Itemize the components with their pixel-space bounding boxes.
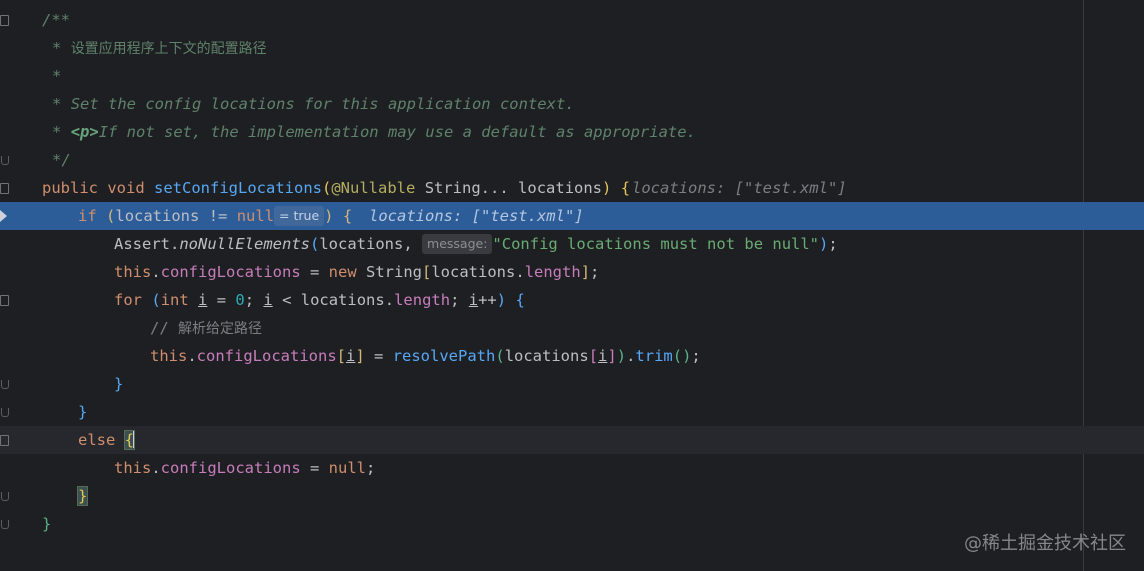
code-line-2[interactable]: * 设置应用程序上下文的配置路径 — [0, 34, 1144, 62]
code-editor[interactable]: /** * 设置应用程序上下文的配置路径 * * Set the config … — [0, 0, 1144, 571]
fold-icon[interactable] — [0, 435, 9, 446]
fold-icon[interactable] — [0, 295, 9, 306]
code-line-18[interactable]: } — [0, 482, 1144, 510]
code-line-10[interactable]: this.configLocations = new String[locati… — [0, 258, 1144, 286]
fold-end-icon[interactable] — [1, 380, 9, 389]
code-line-7[interactable]: public void setConfigLocations(@Nullable… — [0, 174, 1144, 202]
doc-comment-en-2: * <p>If not set, the implementation may … — [52, 123, 696, 141]
if-statement: if (locations != null = true) { — [78, 206, 353, 226]
matched-closing-brace: } — [76, 486, 89, 506]
text-cursor — [133, 430, 136, 448]
doc-comment-close: */ — [52, 151, 71, 169]
doc-comment-cn: * 设置应用程序上下文的配置路径 — [52, 39, 267, 57]
fold-icon[interactable] — [0, 183, 9, 194]
line-comment: // 解析给定路径 — [150, 319, 263, 337]
doc-comment-en-1: * Set the config locations for this appl… — [52, 95, 575, 113]
method-closing-brace: } — [42, 515, 52, 533]
code-line-13[interactable]: this.configLocations[i] = resolvePath(lo… — [0, 342, 1144, 370]
code-line-9[interactable]: Assert.noNullElements(locations, message… — [0, 230, 1144, 258]
code-line-12[interactable]: // 解析给定路径 — [0, 314, 1144, 342]
code-line-15[interactable]: } — [0, 398, 1144, 426]
watermark: @稀土掘金技术社区 — [964, 533, 1126, 554]
debug-inlay-value: locations: ["test.xml"] — [632, 179, 847, 197]
fold-end-icon[interactable] — [1, 492, 9, 501]
assert-call: Assert.noNullElements(locations, message… — [114, 234, 838, 254]
code-line-17[interactable]: this.configLocations = null; — [0, 454, 1144, 482]
for-loop-header: for (int i = 0; i < locations.length; i+… — [114, 291, 525, 309]
method-signature: public void setConfigLocations(@Nullable… — [42, 179, 631, 197]
null-assignment: this.configLocations = null; — [114, 459, 376, 477]
fold-end-icon[interactable] — [1, 520, 9, 529]
closing-brace: } — [114, 375, 124, 393]
execution-point-icon — [0, 210, 7, 222]
array-assignment: this.configLocations = new String[locati… — [114, 263, 600, 281]
debug-inlay-value: locations: ["test.xml"] — [369, 207, 584, 225]
fold-end-icon[interactable] — [1, 156, 9, 165]
code-line-1[interactable]: /** — [0, 6, 1144, 34]
doc-comment-open: /** — [42, 11, 70, 29]
code-line-14[interactable]: } — [0, 370, 1144, 398]
code-line-8-execution-point[interactable]: if (locations != null = true) { locations… — [0, 202, 1144, 230]
code-line-6[interactable]: */ — [0, 146, 1144, 174]
code-line-4[interactable]: * Set the config locations for this appl… — [0, 90, 1144, 118]
param-hint-message: message: — [422, 234, 493, 254]
code-line-3[interactable]: * — [0, 62, 1144, 90]
code-line-5[interactable]: * <p>If not set, the implementation may … — [0, 118, 1144, 146]
code-line-16-caret[interactable]: else { — [0, 426, 1144, 454]
fold-end-icon[interactable] — [1, 408, 9, 417]
doc-comment-star: * — [52, 67, 62, 85]
inline-eval-hint: = true — [274, 206, 325, 226]
else-statement: else { — [78, 430, 136, 450]
resolve-assignment: this.configLocations[i] = resolvePath(lo… — [150, 347, 701, 365]
closing-brace: } — [78, 403, 88, 421]
fold-icon[interactable] — [0, 15, 9, 26]
code-line-11[interactable]: for (int i = 0; i < locations.length; i+… — [0, 286, 1144, 314]
